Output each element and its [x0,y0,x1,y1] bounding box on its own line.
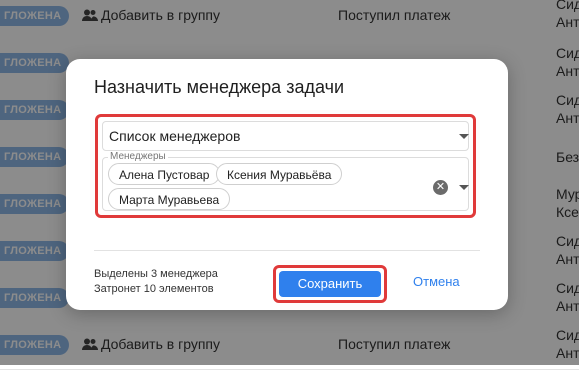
chevron-down-icon[interactable] [459,185,469,190]
dialog-title: Назначить менеджера задачи [94,77,345,97]
manager-fields-highlight: Список менеджеров Менеджеры Алена Пустов… [95,114,476,218]
manager-chip[interactable]: Марта Муравьева [108,188,231,210]
manager-list-select[interactable]: Список менеджеров [102,121,469,151]
affected-count-text: Затронет 10 элементов [94,283,214,295]
clear-icon[interactable]: ✕ [433,180,448,195]
save-button-highlight: Сохранить [273,265,387,303]
manager-chip[interactable]: Алена Пустовар [108,163,221,185]
save-button[interactable]: Сохранить [279,271,381,297]
divider [94,250,480,251]
managers-multiselect[interactable]: Менеджеры Алена Пустовар Ксения Муравьёв… [102,151,469,211]
selection-count-text: Выделены 3 менеджера [94,268,218,280]
chevron-down-icon[interactable] [459,134,469,139]
select-label: Список менеджеров [109,128,241,144]
assign-manager-dialog: Назначить менеджера задачи Список менедж… [66,59,508,310]
cancel-button[interactable]: Отмена [413,274,460,289]
manager-chip[interactable]: Ксения Муравьёва [216,163,343,185]
multiselect-legend: Менеджеры [108,151,168,162]
